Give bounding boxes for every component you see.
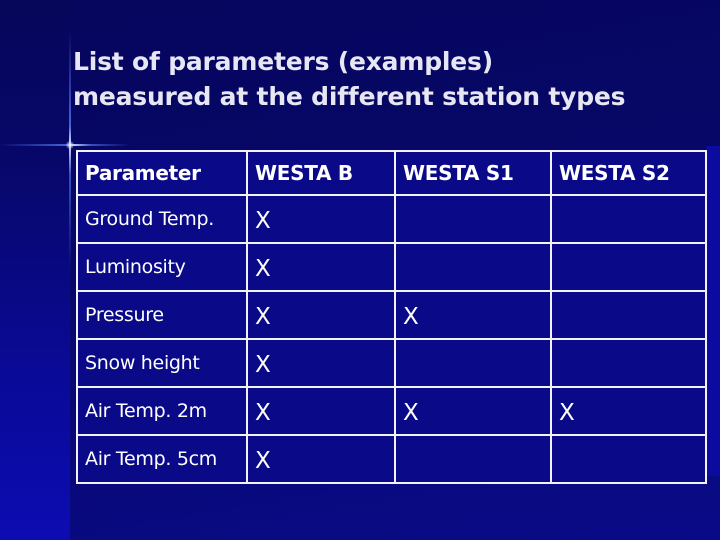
table-header-row: Parameter WESTA B WESTA S1 WESTA S2: [76, 150, 707, 196]
crosshair-horizontal-decoration: [0, 144, 130, 146]
parameter-name: Air Temp. 5cm: [76, 434, 248, 484]
parameter-name: Snow height: [76, 338, 248, 388]
westa-s2-mark: X: [550, 386, 707, 436]
parameter-name: Air Temp. 2m: [76, 386, 248, 436]
parameters-table: Parameter WESTA B WESTA S1 WESTA S2 Grou…: [76, 150, 707, 484]
parameter-name: Ground Temp.: [76, 194, 248, 244]
table-row: Air Temp. 5cm X: [76, 434, 707, 484]
westa-s2-mark: [550, 434, 707, 484]
table-row: Ground Temp. X: [76, 194, 707, 244]
table-row: Luminosity X: [76, 242, 707, 292]
header-westa-s2: WESTA S2: [550, 150, 707, 196]
left-accent-stripe: [0, 0, 70, 540]
westa-b-mark: X: [246, 386, 396, 436]
slide-title: List of parameters (examples) measured a…: [73, 44, 626, 114]
table-row: Snow height X: [76, 338, 707, 388]
header-westa-s1: WESTA S1: [394, 150, 552, 196]
table-row: Air Temp. 2m X X X: [76, 386, 707, 436]
slide-title-line-2: measured at the different station types: [73, 82, 626, 111]
westa-s1-mark: X: [394, 290, 552, 340]
westa-s1-mark: X: [394, 386, 552, 436]
westa-s2-mark: [550, 194, 707, 244]
parameter-name: Luminosity: [76, 242, 248, 292]
westa-b-mark: X: [246, 338, 396, 388]
parameter-name: Pressure: [76, 290, 248, 340]
westa-b-mark: X: [246, 434, 396, 484]
table-row: Pressure X X: [76, 290, 707, 340]
westa-s1-mark: [394, 338, 552, 388]
slide-title-line-1: List of parameters (examples): [73, 47, 493, 76]
crosshair-vertical-decoration: [69, 30, 71, 270]
westa-b-mark: X: [246, 290, 396, 340]
westa-b-mark: X: [246, 242, 396, 292]
westa-s2-mark: [550, 338, 707, 388]
crosshair-sparkle-icon: [66, 141, 74, 149]
westa-s1-mark: [394, 242, 552, 292]
westa-s1-mark: [394, 194, 552, 244]
westa-s2-mark: [550, 242, 707, 292]
westa-b-mark: X: [246, 194, 396, 244]
westa-s2-mark: [550, 290, 707, 340]
westa-s1-mark: [394, 434, 552, 484]
right-accent-stripe: [706, 146, 720, 476]
header-westa-b: WESTA B: [246, 150, 396, 196]
header-parameter: Parameter: [76, 150, 248, 196]
